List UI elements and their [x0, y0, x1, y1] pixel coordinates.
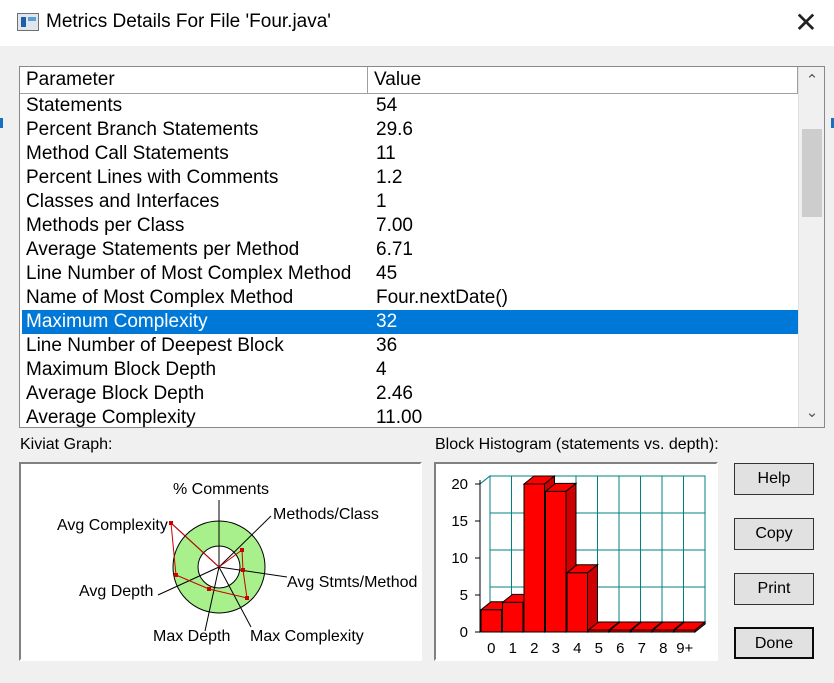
- table-row[interactable]: Average Complexity 11.00: [22, 406, 798, 428]
- kiviat-axis-label: Avg Stmts/Method: [287, 574, 417, 591]
- kiviat-axis-label: Avg Complexity: [57, 517, 168, 534]
- parameter-cell: Methods per Class: [26, 215, 185, 236]
- x-tick-label: 4: [573, 640, 581, 657]
- parameter-cell: Percent Lines with Comments: [26, 167, 279, 188]
- table-body: Statements 54 Percent Branch Statements 29.…: [20, 94, 798, 428]
- value-cell: 11: [376, 143, 396, 164]
- parameter-cell: Average Block Depth: [26, 383, 205, 404]
- parameter-cell: Line Number of Most Complex Method: [26, 263, 352, 284]
- histogram-bar: [480, 609, 502, 633]
- value-cell: 4: [376, 359, 387, 380]
- done-button[interactable]: Done: [734, 627, 814, 659]
- kiviat-label: Kiviat Graph:: [20, 436, 113, 453]
- histogram-bar: [502, 601, 524, 633]
- vertical-scrollbar[interactable]: ⌃ ⌄: [798, 67, 824, 427]
- x-tick-label: 1: [509, 640, 517, 657]
- histogram-bar: [631, 629, 653, 633]
- table-row[interactable]: Line Number of Most Complex Method 45: [22, 262, 798, 286]
- parameter-cell: Statements: [26, 95, 123, 116]
- histogram-svg: 051015200 1 2 3 4 5 6 7 8 9+: [451, 474, 707, 657]
- table-row[interactable]: Percent Branch Statements 29.6: [22, 118, 798, 142]
- histogram-label: Block Histogram (statements vs. depth):: [435, 436, 719, 453]
- value-cell: Four.nextDate(): [376, 287, 508, 308]
- kiviat-axis-label: Avg Depth: [79, 583, 153, 600]
- table-row[interactable]: Line Number of Deepest Block 36: [22, 334, 798, 358]
- kiviat-svg: % Comments Methods/Class Avg Stmts/Metho…: [57, 481, 417, 645]
- kiviat-axis-label: % Comments: [173, 481, 269, 498]
- x-tick-label: 6: [616, 640, 624, 657]
- help-button[interactable]: Help: [734, 463, 814, 495]
- parameter-cell: Maximum Complexity: [26, 311, 208, 332]
- metrics-table[interactable]: Parameter Value Statements 54 Percent Bran…: [19, 66, 825, 428]
- close-icon[interactable]: ✕: [784, 2, 828, 44]
- value-cell: 29.6: [376, 119, 413, 140]
- value-cell: 36: [376, 335, 398, 356]
- histogram-bar: [545, 490, 567, 633]
- y-tick-label: 10: [451, 550, 468, 567]
- table-row[interactable]: Classes and Interfaces 1: [22, 190, 798, 214]
- y-tick-label: 20: [451, 476, 468, 493]
- app-icon: [17, 13, 39, 31]
- histogram-bar: [674, 629, 696, 633]
- parameter-cell: Percent Branch Statements: [26, 119, 259, 140]
- parameter-cell: Name of Most Complex Method: [26, 287, 294, 308]
- parameter-cell: Average Statements per Method: [26, 239, 300, 260]
- value-cell: 1: [376, 191, 387, 212]
- table-header: Parameter Value: [20, 67, 798, 94]
- title-bar: Metrics Details For File 'Four.java' ✕: [0, 0, 834, 46]
- histogram-bar-side: [587, 563, 598, 634]
- x-tick-label: 9+: [676, 640, 693, 657]
- y-tick-label: 0: [460, 624, 468, 641]
- table-row[interactable]: Maximum Block Depth 4: [22, 358, 798, 382]
- table-row[interactable]: Name of Most Complex Method Four.nextDate…: [22, 286, 798, 310]
- scroll-down-icon[interactable]: ⌄: [799, 401, 824, 425]
- kiviat-graph: % Comments Methods/Class Avg Stmts/Metho…: [19, 462, 422, 661]
- histogram-bar: [566, 572, 588, 633]
- value-cell: 11.00: [376, 407, 423, 428]
- x-tick-label: 5: [595, 640, 603, 657]
- histogram-bar: [652, 629, 674, 633]
- histogram-bar: [588, 629, 610, 633]
- x-tick-label: 3: [552, 640, 560, 657]
- x-tick-label: 7: [638, 640, 646, 657]
- scroll-up-icon[interactable]: ⌃: [799, 69, 824, 93]
- y-tick-label: 15: [451, 513, 468, 530]
- parameter-cell: Method Call Statements: [26, 143, 229, 164]
- table-row[interactable]: Method Call Statements 11: [22, 142, 798, 166]
- histogram-bar: [523, 483, 545, 633]
- parameter-cell: Classes and Interfaces: [26, 191, 220, 212]
- parameter-cell: Line Number of Deepest Block: [26, 335, 284, 356]
- copy-button[interactable]: Copy: [734, 518, 814, 550]
- kiviat-axis-label: Max Depth: [153, 628, 230, 645]
- kiviat-axis-label: Methods/Class: [273, 506, 379, 523]
- value-cell: 2.46: [376, 383, 413, 404]
- block-histogram: 0 5 10 15 20 0 1 2 3 4 5 6 7 8 9+: [434, 462, 718, 661]
- column-header-value[interactable]: Value: [368, 67, 798, 93]
- table-row[interactable]: Average Statements per Method 6.71: [22, 238, 798, 262]
- table-row[interactable]: Statements 54: [22, 94, 798, 118]
- scrollbar-thumb[interactable]: [802, 129, 822, 217]
- table-row[interactable]: Methods per Class 7.00: [22, 214, 798, 238]
- window-title: Metrics Details For File 'Four.java': [46, 11, 331, 32]
- parameter-cell: Average Complexity: [26, 407, 196, 428]
- background-window-edge: [0, 118, 3, 128]
- value-cell: 45: [376, 263, 398, 284]
- column-header-parameter[interactable]: Parameter: [20, 67, 368, 93]
- print-button[interactable]: Print: [734, 573, 814, 605]
- x-tick-label: 8: [659, 640, 667, 657]
- x-tick-label: 2: [530, 640, 538, 657]
- parameter-cell: Maximum Block Depth: [26, 359, 217, 380]
- histogram-bar: [609, 629, 631, 633]
- value-cell: 54: [376, 95, 398, 116]
- value-cell: 32: [376, 311, 398, 332]
- value-cell: 1.2: [376, 167, 403, 188]
- table-row[interactable]: Percent Lines with Comments 1.2: [22, 166, 798, 190]
- table-row[interactable]: Average Block Depth 2.46: [22, 382, 798, 406]
- y-tick-label: 5: [460, 587, 468, 604]
- kiviat-axis-label: Max Complexity: [250, 628, 364, 645]
- table-row[interactable]: Maximum Complexity 32: [22, 310, 798, 334]
- x-tick-label: 0: [487, 640, 495, 657]
- value-cell: 7.00: [376, 215, 413, 236]
- value-cell: 6.71: [376, 239, 413, 260]
